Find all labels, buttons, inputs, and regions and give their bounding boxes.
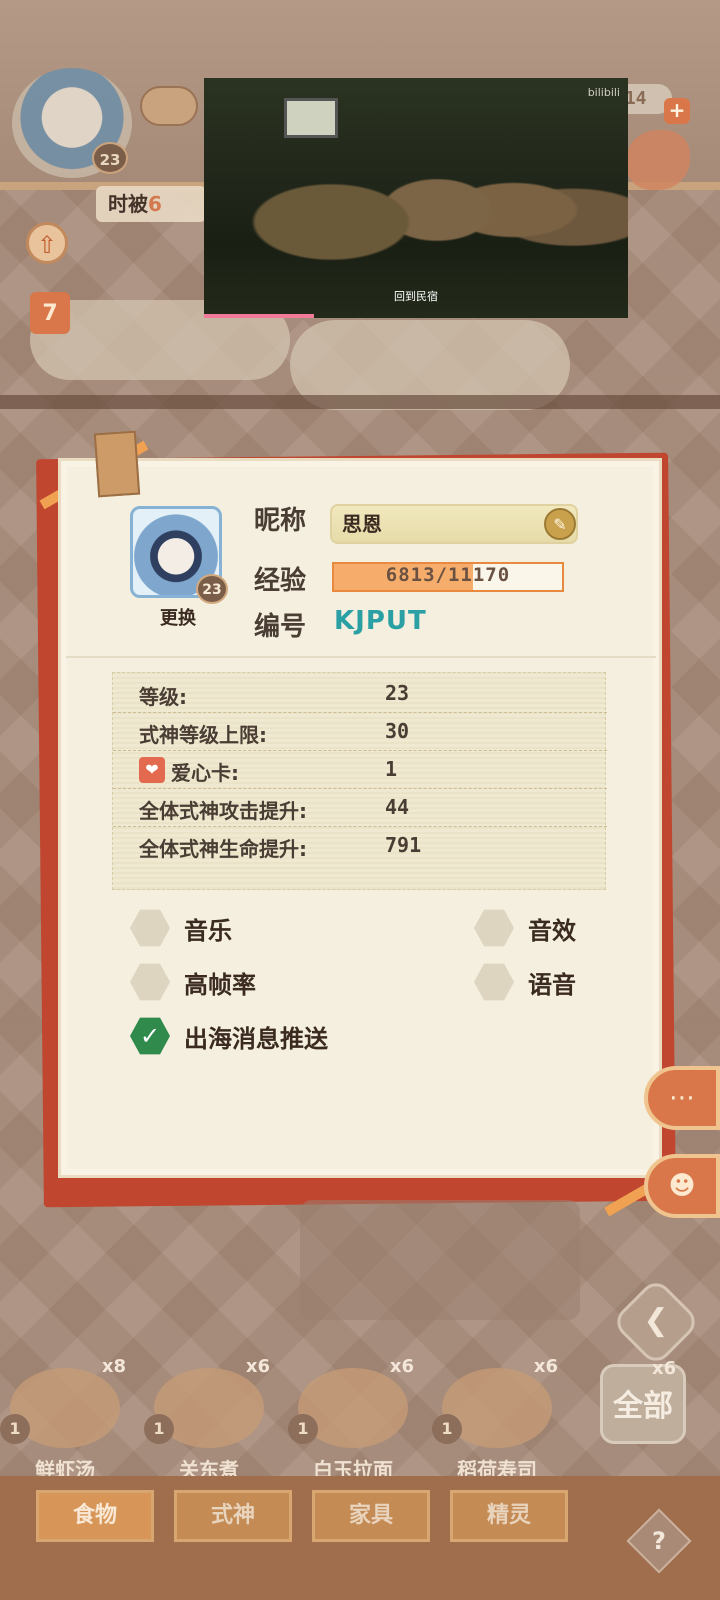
tv-in-scene	[284, 98, 338, 138]
voice-label: 语音	[528, 970, 576, 999]
exp-label: 经验	[254, 566, 307, 596]
roof-beam	[0, 395, 720, 409]
nickname-label: 昵称	[254, 506, 307, 536]
stat-key: 爱心卡:	[171, 761, 239, 785]
stat-key: 式神等级上限:	[139, 723, 267, 747]
food-level: 1	[288, 1414, 318, 1444]
stat-value: 23	[385, 681, 410, 705]
food-item[interactable]: x6 1 稻荷寿司	[432, 1356, 562, 1482]
player-level-badge: 23	[92, 142, 128, 174]
push-toggle[interactable]: ✓ 出海消息推送	[130, 1014, 328, 1058]
avatar-level-badge: 23	[196, 574, 228, 604]
stat-row-level: 等级: 23	[113, 675, 607, 713]
food-level: 1	[432, 1414, 462, 1444]
stat-row-health: 全体式神生命提升: 791	[113, 827, 607, 865]
video-progress-fill	[204, 314, 315, 318]
check-icon[interactable]: ✓	[130, 1017, 170, 1055]
question-icon: ?	[652, 1527, 666, 1555]
stat-key: 等级:	[139, 685, 187, 709]
food-count: x6	[245, 1356, 270, 1377]
music-label: 音乐	[184, 916, 232, 945]
stat-value: 791	[385, 833, 422, 857]
stat-value: 30	[385, 719, 410, 743]
calendar-icon[interactable]: 7	[30, 292, 70, 334]
stat-row-love-card: ❤ 爱心卡: 1	[113, 751, 607, 789]
id-label: 编号	[254, 612, 307, 642]
sfx-toggle[interactable]: 音效	[474, 906, 576, 950]
food-item[interactable]: x8 1 鲜虾汤	[0, 1356, 130, 1482]
ticker-number: 6	[148, 192, 162, 216]
arrow-up-icon[interactable]: ⇧	[26, 222, 68, 264]
high-fps-label: 高帧率	[184, 970, 256, 999]
character-icon[interactable]: ☻	[644, 1154, 720, 1218]
stat-row-shikigami-cap: 式神等级上限: 30	[113, 713, 607, 751]
divider	[66, 656, 656, 658]
stat-value: 1	[385, 757, 398, 781]
notice-ticker: 时被6	[96, 186, 206, 222]
pine-currency-icon	[140, 86, 198, 126]
food-item[interactable]: x6 1 白玉拉面	[288, 1356, 418, 1482]
back-arrow-icon: ❮	[643, 1303, 669, 1338]
music-checkbox[interactable]	[130, 909, 170, 947]
tab-spirit[interactable]: 精灵	[450, 1490, 568, 1542]
back-button[interactable]: ❮	[610, 1276, 702, 1368]
heart-icon: ❤	[139, 757, 165, 783]
voice-checkbox[interactable]	[474, 963, 514, 1001]
push-label: 出海消息推送	[184, 1024, 328, 1053]
exp-bar: 6813/11170	[332, 562, 564, 592]
wooden-tag	[93, 430, 141, 498]
food-level: 1	[0, 1414, 30, 1444]
stat-row-attack: 全体式神攻击提升: 44	[113, 789, 607, 827]
high-fps-checkbox[interactable]	[130, 963, 170, 1001]
stats-table: 等级: 23 式神等级上限: 30 ❤ 爱心卡: 1 全体式神攻击提升: 44 …	[112, 672, 607, 890]
high-fps-toggle[interactable]: 高帧率	[130, 960, 256, 1004]
furniture-area	[300, 1200, 580, 1320]
ticker-text: 时被	[108, 192, 148, 216]
food-count: x6	[533, 1356, 558, 1377]
fish-icon[interactable]	[626, 130, 690, 190]
tab-furniture[interactable]: 家具	[312, 1490, 430, 1542]
music-toggle[interactable]: 音乐	[130, 906, 232, 950]
chat-bubble-icon[interactable]: ⋯	[644, 1066, 720, 1130]
sfx-label: 音效	[528, 916, 576, 945]
food-level: 1	[144, 1414, 174, 1444]
tab-shikigami[interactable]: 式神	[174, 1490, 292, 1542]
exp-value: 6813/11170	[385, 564, 511, 586]
video-player[interactable]: bilibili 回到民宿	[204, 78, 628, 318]
stat-key: 全体式神攻击提升:	[139, 799, 307, 823]
food-count: x8	[101, 1356, 126, 1377]
all-count: x6	[652, 1358, 677, 1379]
food-item[interactable]: x6 1 关东煮	[144, 1356, 274, 1482]
video-subtitle: 回到民宿	[394, 290, 438, 303]
player-id: KJPUT	[334, 606, 427, 636]
stat-key: 全体式神生命提升:	[139, 837, 307, 861]
video-watermark: bilibili	[587, 86, 620, 99]
voice-toggle[interactable]: 语音	[474, 960, 576, 1004]
nickname-field[interactable]: 思恩	[330, 504, 578, 544]
video-progress-bar[interactable]	[204, 314, 628, 318]
stat-value: 44	[385, 795, 410, 819]
edit-nickname-icon[interactable]: ✎	[544, 508, 576, 540]
add-coin-button[interactable]: +	[664, 98, 690, 124]
video-frame	[204, 78, 628, 318]
tab-food[interactable]: 食物	[36, 1490, 154, 1542]
sfx-checkbox[interactable]	[474, 909, 514, 947]
change-avatar-button[interactable]: 更换	[140, 604, 216, 630]
food-count: x6	[389, 1356, 414, 1377]
